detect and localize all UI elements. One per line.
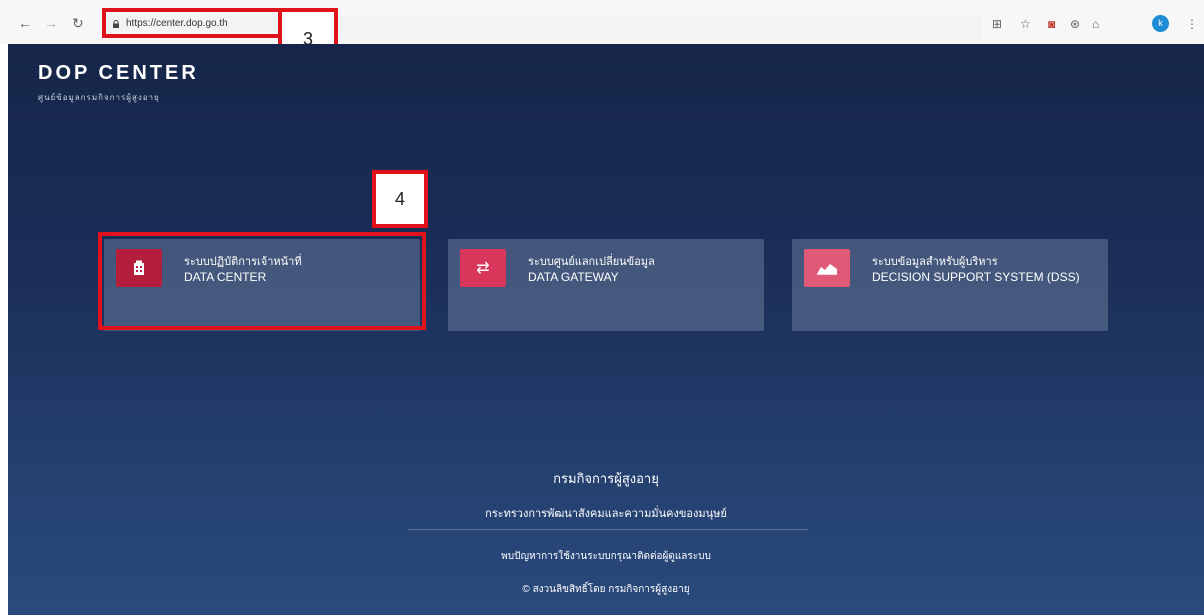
- footer-contact[interactable]: พบปัญหาการใช้งานระบบกรุณาติดต่อผู้ดูแลระ…: [8, 549, 1204, 564]
- forward-icon[interactable]: →: [44, 16, 58, 30]
- translate-icon[interactable]: ⊞: [992, 18, 1002, 30]
- footer-ministry: กระทรวงการพัฒนาสังคมและความมั่นคงของมนุษ…: [485, 508, 727, 520]
- brand-subtitle: ศูนย์ข้อมูลกรมกิจการผู้สูงอายุ: [38, 93, 160, 102]
- annotation-step-4: 4: [372, 170, 428, 228]
- back-icon[interactable]: ←: [18, 16, 32, 30]
- annotation-box-url: [102, 8, 282, 38]
- extension-globe-icon[interactable]: ⊛: [1070, 18, 1080, 30]
- card-decision-support[interactable]: ระบบข้อมูลสำหรับผู้บริหาร DECISION SUPPO…: [792, 239, 1108, 331]
- card-english-label: DATA GATEWAY: [528, 270, 619, 284]
- footer-copyright: © สงวนลิขสิทธิ์โดย กรมกิจการผู้สูงอายุ: [522, 584, 690, 595]
- card-data-gateway[interactable]: ⇄ ระบบศูนย์แลกเปลี่ยนข้อมูล DATA GATEWAY: [448, 239, 764, 331]
- footer-divider: [408, 529, 808, 530]
- footer-org: กรมกิจการผู้สูงอายุ: [553, 471, 659, 486]
- menu-icon[interactable]: ⋮: [1186, 18, 1198, 30]
- profile-avatar[interactable]: k: [1152, 15, 1169, 32]
- exchange-icon: ⇄: [460, 249, 506, 287]
- card-english-label: DECISION SUPPORT SYSTEM (DSS): [872, 270, 1080, 284]
- extension-shield-icon[interactable]: ◙: [1048, 18, 1055, 30]
- card-thai-label: ระบบข้อมูลสำหรับผู้บริหาร: [872, 256, 998, 268]
- bookmark-star-icon[interactable]: ☆: [1020, 18, 1031, 30]
- camera-icon[interactable]: ⌂: [1092, 18, 1099, 30]
- area-chart-icon: [804, 249, 850, 287]
- card-thai-label: ระบบศูนย์แลกเปลี่ยนข้อมูล: [528, 256, 655, 268]
- reload-icon[interactable]: ↻: [72, 16, 84, 30]
- annotation-box-data-center: [98, 232, 426, 330]
- brand-title[interactable]: DOP CENTER: [38, 62, 199, 85]
